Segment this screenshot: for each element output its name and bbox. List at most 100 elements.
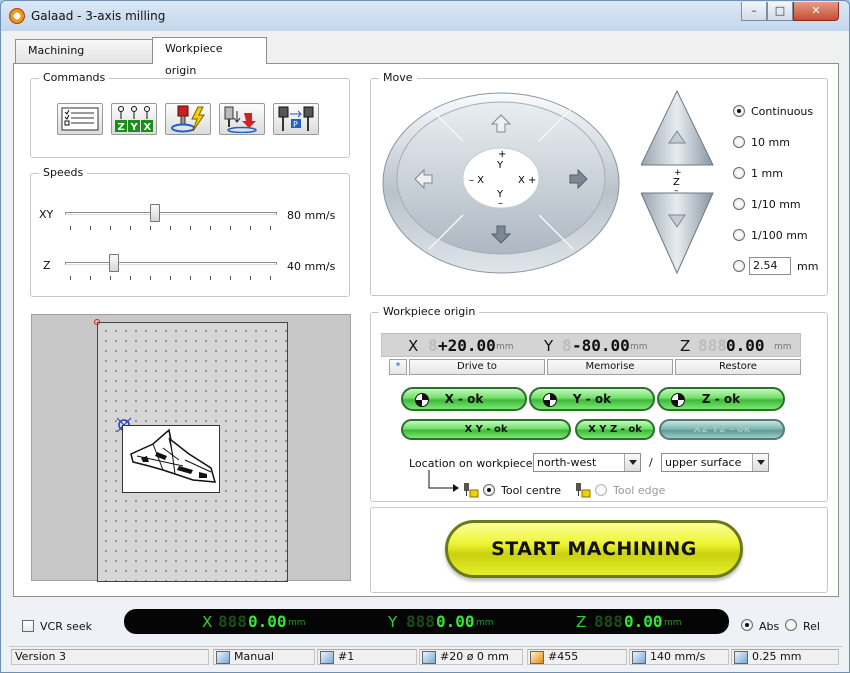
dro-y-value: 0.00 xyxy=(436,612,475,631)
slider-tick xyxy=(70,276,71,280)
slider-tick xyxy=(130,276,131,280)
shuttle-icon xyxy=(130,428,217,483)
step-1mm-radio[interactable] xyxy=(733,167,745,179)
speeds-label: Speeds xyxy=(39,166,88,179)
tool-centre-radio[interactable] xyxy=(483,484,495,496)
speed-xy-label: XY xyxy=(39,208,54,221)
step-10mm-radio[interactable] xyxy=(733,136,745,148)
abs-radio[interactable] xyxy=(741,619,753,631)
z-ok-button[interactable]: Z - ok xyxy=(657,387,785,411)
status-tool-text: #20 ø 0 mm xyxy=(440,650,509,663)
dro-y-unit: mm xyxy=(476,618,494,628)
origin-x-value: +20.00 xyxy=(438,336,496,355)
tab-machining-parameters[interactable]: Machining parameters xyxy=(15,39,155,79)
restore-button[interactable]: Restore xyxy=(675,359,801,375)
rel-radio[interactable] xyxy=(785,619,797,631)
origin-x-unit: mm xyxy=(496,342,514,352)
status-speed-text: 140 mm/s xyxy=(650,650,706,663)
location-pointer-arrow xyxy=(428,470,459,492)
memorise-button[interactable]: Memorise xyxy=(547,359,673,375)
dro-y-ghost: 888 xyxy=(406,612,435,631)
target-icon xyxy=(671,393,685,407)
status-version: Version 3 xyxy=(11,649,209,665)
spindle-button[interactable] xyxy=(165,103,211,135)
tool-centre-label: Tool centre xyxy=(501,484,562,497)
x-ok-button[interactable]: X - ok xyxy=(401,387,527,411)
slider-tick xyxy=(270,276,271,280)
tool-edge-icon xyxy=(576,483,591,498)
speed-xy-slider-track[interactable] xyxy=(65,212,277,215)
y-ok-button[interactable]: Y - ok xyxy=(529,387,655,411)
minimize-button[interactable]: – xyxy=(741,2,767,21)
jog-z-plus-button[interactable] xyxy=(641,89,714,166)
speed-z-slider-track[interactable] xyxy=(65,262,277,265)
xyz-ok-button[interactable]: X Y Z - ok xyxy=(575,419,655,440)
artwork-frame xyxy=(122,425,220,493)
slider-tick xyxy=(170,226,171,230)
z-minus-label: – xyxy=(674,186,679,196)
move-group: Move + Y – X X + Y – + Z – Continuous 10… xyxy=(370,71,828,296)
abs-label: Abs xyxy=(759,620,780,633)
status-step: 0.25 mm xyxy=(731,649,839,665)
dro-z-unit: mm xyxy=(664,618,682,628)
slider-tick xyxy=(150,226,151,230)
chevron-down-icon xyxy=(624,454,640,471)
mode-icon xyxy=(216,651,230,664)
start-group: START MACHINING xyxy=(370,507,828,593)
slider-tick xyxy=(90,226,91,230)
origin-y-ghost: 8 xyxy=(562,336,572,355)
step-10mm-label: 10 mm xyxy=(751,136,790,149)
jog-y-plus-button[interactable] xyxy=(476,100,526,138)
location-slash: / xyxy=(649,456,653,469)
tool-length-icon: P xyxy=(278,106,314,131)
workpiece-origin-label: Workpiece origin xyxy=(379,305,480,318)
jog-x-minus-button[interactable] xyxy=(399,160,449,196)
x2y2-ok-button: X2 Y2 - ok xyxy=(659,419,785,440)
tab-workpiece-origin[interactable]: Workpiece origin xyxy=(152,37,267,77)
title-bar[interactable]: Galaad - 3-axis milling – □ ✕ xyxy=(1,1,849,31)
jog-x-plus-button[interactable] xyxy=(553,160,605,196)
dro-x-unit: mm xyxy=(288,618,306,628)
checklist-button[interactable] xyxy=(57,103,103,135)
location-z-value: upper surface xyxy=(665,456,742,469)
origin-star-button[interactable]: * xyxy=(389,359,407,375)
tool-length-button[interactable]: P xyxy=(273,103,319,135)
origin-z-unit: mm xyxy=(774,342,792,352)
zyx-letter-z: Z xyxy=(118,122,125,133)
location-xy-select[interactable]: north-west xyxy=(533,453,641,472)
center-y-top: Y xyxy=(496,160,504,171)
dro-x-ghost: 888 xyxy=(218,612,247,631)
dro-row: VCR seek X 888 0.00 mm Y 888 0.00 mm Z 8… xyxy=(9,605,843,641)
step-custom-input[interactable]: 2.54 xyxy=(749,257,791,275)
speed-z-slider-thumb[interactable] xyxy=(109,254,120,272)
step-continuous-radio[interactable] xyxy=(733,105,745,117)
xy-ok-button[interactable]: X Y - ok xyxy=(401,419,571,440)
workpiece-preview[interactable] xyxy=(31,314,351,582)
dro-z-axis: Z xyxy=(576,613,587,631)
jog-y-minus-button[interactable] xyxy=(476,218,526,258)
close-button[interactable]: ✕ xyxy=(793,2,839,21)
commands-label: Commands xyxy=(39,71,110,84)
count-icon xyxy=(530,651,544,664)
step-0-01mm-radio[interactable] xyxy=(733,229,745,241)
center-minus-y: – xyxy=(498,198,503,209)
z-ok-label: Z - ok xyxy=(701,392,741,406)
tool-change-button[interactable] xyxy=(219,103,265,135)
speed-xy-value: 80 mm/s xyxy=(287,209,336,222)
step-custom-radio[interactable] xyxy=(733,260,745,272)
zyx-axes-button[interactable]: Z Y X xyxy=(111,103,157,135)
speed-xy-slider-thumb[interactable] xyxy=(149,204,160,222)
maximize-button[interactable]: □ xyxy=(767,2,793,21)
target-icon xyxy=(543,393,557,407)
location-z-select[interactable]: upper surface xyxy=(661,453,769,472)
origin-y-unit: mm xyxy=(630,342,648,352)
start-machining-button[interactable]: START MACHINING xyxy=(445,520,743,578)
step-0-1mm-radio[interactable] xyxy=(733,198,745,210)
origin-y-value: -80.00 xyxy=(572,336,630,355)
drive-to-button[interactable]: Drive to xyxy=(409,359,545,375)
location-xy-value: north-west xyxy=(537,456,597,469)
jog-z-minus-button[interactable] xyxy=(641,192,714,275)
slider-tick xyxy=(250,276,251,280)
vcr-seek-checkbox[interactable] xyxy=(22,620,34,632)
slider-tick xyxy=(270,226,271,230)
